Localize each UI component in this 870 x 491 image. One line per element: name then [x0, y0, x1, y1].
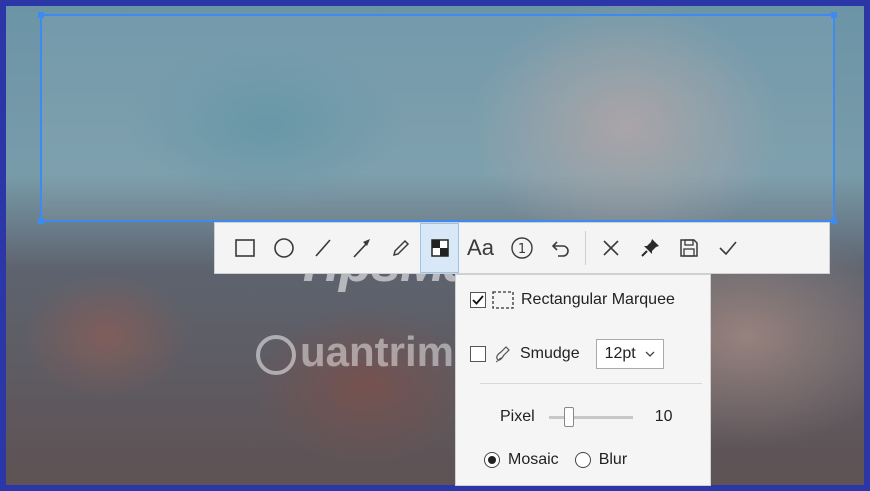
brush-size-value: 12pt — [604, 345, 636, 362]
marquee-icon — [492, 291, 514, 309]
save-tool[interactable] — [669, 223, 708, 273]
mosaic-tool[interactable] — [420, 223, 459, 273]
pin-tool[interactable] — [630, 223, 669, 273]
undo-icon — [551, 241, 569, 257]
pin-icon — [640, 239, 659, 257]
panel-divider — [480, 383, 702, 384]
blur-label: Blur — [598, 451, 628, 468]
resize-handle[interactable] — [38, 12, 44, 18]
slider-track — [548, 416, 633, 419]
annotation-toolbar: Aa 1 — [214, 222, 830, 274]
pencil-icon — [392, 239, 409, 257]
close-tool[interactable] — [591, 223, 630, 273]
mode-row: Mosaic Blur — [484, 451, 627, 469]
toolbar-separator — [585, 231, 586, 265]
pixel-row: Pixel 10 — [500, 407, 672, 427]
pixel-value: 10 — [654, 408, 673, 425]
pencil-tool[interactable] — [381, 223, 420, 273]
mosaic-radio[interactable] — [484, 452, 500, 468]
brush-size-select[interactable]: 12pt — [595, 339, 664, 369]
number-circle-icon: 1 — [510, 237, 533, 259]
resize-handle[interactable] — [831, 218, 837, 224]
smudge-checkbox[interactable] — [470, 346, 486, 362]
ellipse-icon — [273, 238, 294, 258]
blur-radio[interactable] — [574, 452, 591, 468]
line-icon — [314, 239, 331, 257]
arrow-icon — [352, 239, 370, 258]
text-tool[interactable]: Aa — [459, 223, 502, 273]
smudge-row: Smudge 12pt — [470, 339, 664, 369]
pixel-slider[interactable] — [548, 407, 633, 427]
mosaic-options-panel: Rectangular Marquee Smudge 12pt Pixel 10… — [455, 274, 711, 486]
arrow-tool[interactable] — [342, 223, 381, 273]
checkmark-icon — [472, 295, 484, 305]
rect-marquee-checkbox[interactable] — [470, 292, 486, 308]
rect-marquee-label: Rectangular Marquee — [521, 291, 675, 308]
text-tool-label: Aa — [467, 235, 494, 260]
line-tool[interactable] — [303, 223, 342, 273]
ellipse-tool[interactable] — [264, 223, 303, 273]
pixel-label: Pixel — [500, 408, 535, 425]
capture-selection-area[interactable] — [38, 12, 837, 224]
slider-thumb[interactable] — [563, 407, 574, 427]
number-tool-label: 1 — [517, 242, 525, 257]
check-icon — [718, 241, 737, 256]
save-icon — [679, 239, 698, 257]
resize-handle[interactable] — [831, 12, 837, 18]
number-tool[interactable]: 1 — [502, 223, 541, 273]
rect-marquee-row: Rectangular Marquee — [470, 291, 675, 309]
smudge-label: Smudge — [520, 345, 580, 362]
rectangle-icon — [234, 239, 255, 257]
mosaic-label: Mosaic — [508, 451, 559, 468]
confirm-tool[interactable] — [708, 223, 747, 273]
mosaic-icon — [430, 239, 449, 257]
close-icon — [602, 240, 619, 256]
smudge-icon — [495, 346, 510, 363]
undo-tool[interactable] — [541, 223, 580, 273]
chevron-down-icon — [645, 351, 655, 357]
rectangle-tool[interactable] — [225, 223, 264, 273]
resize-handle[interactable] — [38, 218, 44, 224]
